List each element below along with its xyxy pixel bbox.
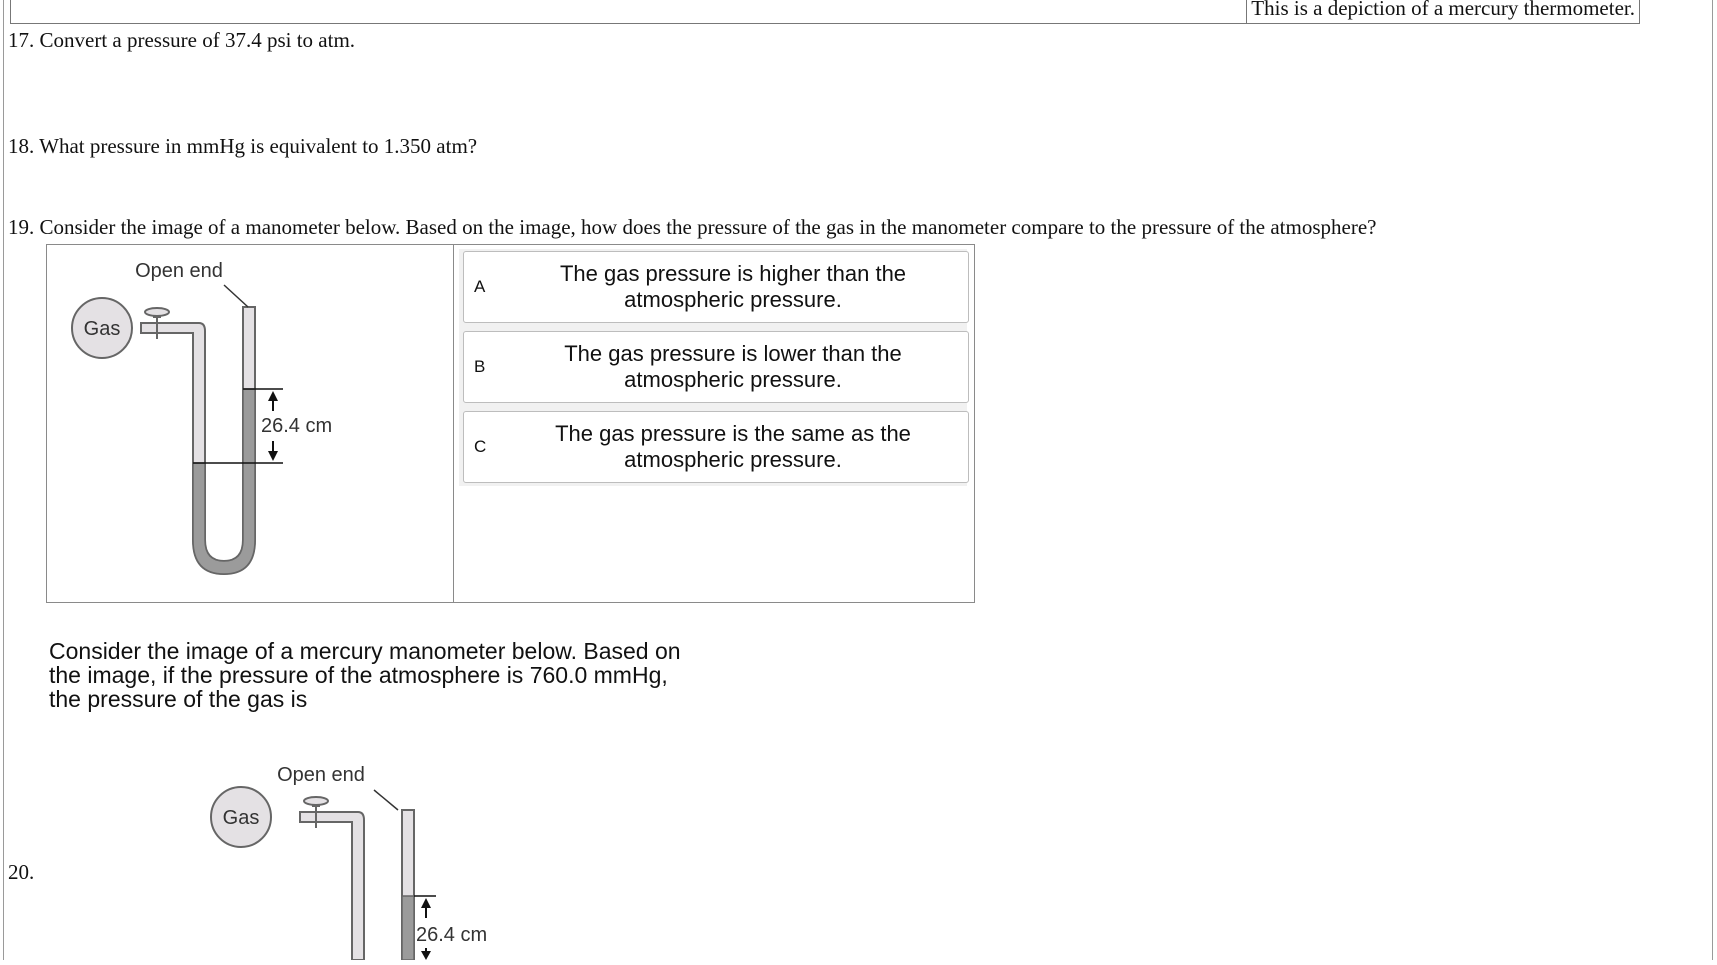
manometer-diagram-20: Gas Open end 26.4 cm [210, 764, 487, 961]
question-18: 18. What pressure in mmHg is equivalent … [8, 134, 478, 158]
lower-arrow-icon [421, 951, 431, 960]
thermometer-figure-box: This is a depiction of a mercury thermom… [10, 0, 1640, 24]
mercury-column [401, 895, 415, 961]
choice-text: The gas pressure is the same as the atmo… [555, 421, 911, 472]
open-end-pointer [373, 789, 399, 811]
choice-letter: A [474, 277, 486, 296]
question-20-number: 20. [8, 860, 35, 884]
manometer-figure: Gas Open end 26.4 cm [47, 245, 453, 602]
table-divider [453, 245, 454, 602]
left-page-border [3, 0, 4, 960]
height-label: 26.4 cm [416, 924, 487, 946]
manometer-figure-20: Gas Open end 26.4 cm [190, 750, 490, 961]
valve-icon [144, 307, 170, 317]
open-end-pointer [223, 284, 249, 308]
choice-letter: B [474, 357, 486, 376]
answer-choices: A The gas pressure is higher than the at… [459, 249, 969, 486]
upper-arrow-icon [268, 391, 278, 401]
upper-arrow-icon [421, 898, 431, 908]
gas-label: Gas [84, 318, 121, 340]
question-17: 17. Convert a pressure of 37.4 psi to at… [8, 28, 356, 52]
manometer-diagram: Gas Open end 26.4 cm [71, 260, 332, 576]
choice-text: The gas pressure is higher than the atmo… [559, 261, 907, 312]
question-19: 19. Consider the image of a manometer be… [8, 215, 1377, 239]
choice-letter: C [474, 437, 487, 456]
choice-c[interactable]: C The gas pressure is the same as the at… [463, 411, 969, 483]
height-label: 26.4 cm [261, 415, 332, 437]
choice-text: The gas pressure is lower than the atmos… [564, 341, 902, 392]
choice-a[interactable]: A The gas pressure is higher than the at… [463, 251, 969, 323]
lower-arrow-icon [268, 451, 278, 461]
gas-label: Gas [223, 807, 260, 829]
choice-b[interactable]: B The gas pressure is lower than the atm… [463, 331, 969, 403]
question-20-prompt: Consider the image of a mercury manomete… [49, 638, 681, 712]
right-page-border [1712, 0, 1713, 960]
open-end-label: Open end [277, 764, 365, 786]
u-tube-left-arm [299, 811, 365, 961]
valve-icon [303, 796, 329, 806]
thermometer-caption: This is a depiction of a mercury thermom… [1246, 0, 1639, 23]
open-end-label: Open end [135, 260, 223, 282]
question-19-table: Gas Open end 26.4 cm A The gas pressure … [46, 244, 975, 603]
